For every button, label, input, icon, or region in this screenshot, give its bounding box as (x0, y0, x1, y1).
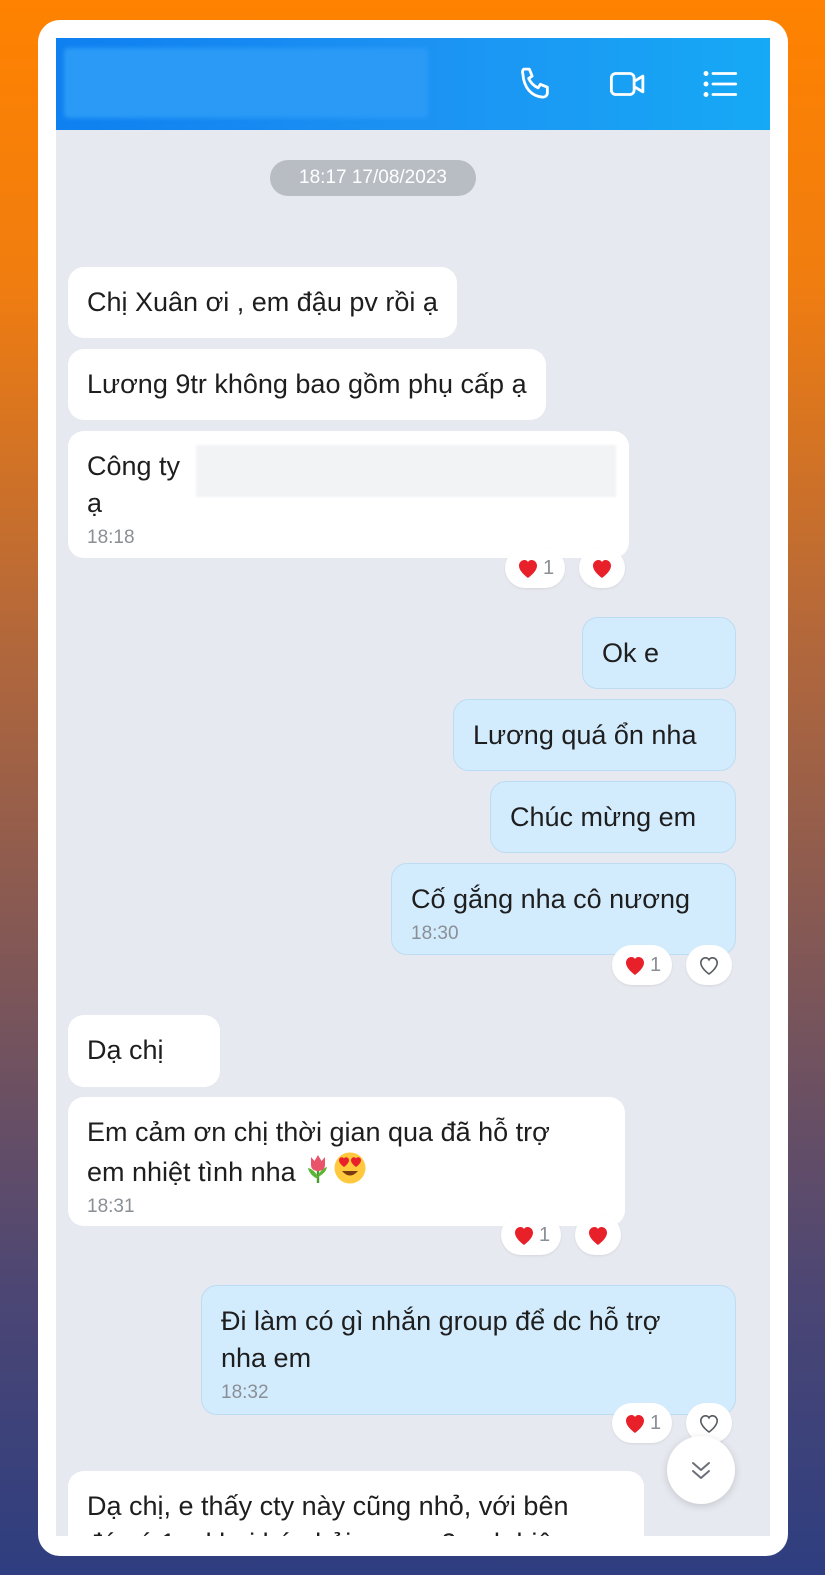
reaction-count-badge[interactable]: 1 (612, 945, 672, 985)
message-text-line: Em cảm ơn chị thời gian qua đã hỗ trợ (87, 1117, 550, 1147)
message-text-line: đó có 1 a khai báo hải quan , 2 anh hiện (87, 1525, 625, 1536)
heart-eyes-emoji-icon (334, 1152, 366, 1184)
heart-outline-icon (699, 1414, 719, 1433)
list-menu-icon[interactable] (696, 60, 744, 108)
message-bubble-incoming[interactable]: Lương 9tr không bao gồm phụ cấp ạ (68, 349, 546, 420)
message-text-line: nha em (221, 1343, 312, 1373)
redacted-company-name (196, 445, 616, 497)
message-bubble-incoming[interactable]: Chị Xuân ơi , em đậu pv rồi ạ (68, 267, 457, 338)
scroll-to-bottom-button[interactable] (667, 1436, 735, 1504)
tulip-icon (308, 1155, 328, 1183)
heart-icon (625, 957, 644, 975)
heart-icon (593, 560, 611, 578)
react-button[interactable] (575, 1215, 621, 1255)
reaction-count: 1 (649, 953, 662, 976)
contact-name-redacted (64, 48, 428, 118)
message-bubble-incoming[interactable]: Dạ chị (68, 1015, 220, 1087)
heart-icon (589, 1227, 607, 1245)
message-bubble-outgoing[interactable]: Đi làm có gì nhắn group để dc hỗ trợ nha… (201, 1285, 736, 1415)
reaction-count: 1 (649, 1411, 662, 1434)
message-bubble-outgoing[interactable]: Cố gắng nha cô nương 18:30 (391, 863, 736, 955)
message-text: Cố gắng nha cô nương (411, 884, 690, 914)
message-time: 18:18 (87, 527, 135, 548)
message-text: Chúc mừng em (510, 802, 697, 832)
message-text: Ok e (602, 638, 660, 668)
phone-icon[interactable] (512, 60, 560, 108)
message-text: Dạ chị (87, 1035, 164, 1065)
message-bubble-outgoing[interactable]: Chúc mừng em (490, 781, 736, 853)
message-text: Lương 9tr không bao gồm phụ cấp ạ (87, 369, 527, 399)
heart-icon (514, 1227, 533, 1245)
double-chevron-down-icon (692, 1462, 710, 1479)
message-text-line: Đi làm có gì nhắn group để dc hỗ trợ (221, 1306, 661, 1336)
message-time: 18:32 (221, 1382, 269, 1403)
reaction-count-badge[interactable]: 1 (501, 1215, 561, 1255)
message-text-line: em nhiệt tình nha (87, 1157, 296, 1187)
message-time: 18:30 (411, 923, 459, 944)
message-bubble-outgoing[interactable]: Lương quá ổn nha (453, 699, 736, 771)
heart-outline-icon (699, 956, 719, 975)
message-bubble-incoming[interactable]: Dạ chị, e thấy cty này cũng nhỏ, với bên… (68, 1471, 644, 1536)
reaction-count: 1 (538, 1223, 551, 1246)
message-bubble-incoming[interactable]: Công ty ạ 18:18 (68, 431, 629, 558)
reaction-count-badge[interactable]: 1 (505, 548, 565, 588)
reaction-count-badge[interactable]: 1 (612, 1403, 672, 1443)
message-list[interactable]: 18:17 17/08/2023 Chị Xuân ơi , em đậu pv… (56, 130, 770, 1536)
chat-header (56, 38, 770, 130)
video-call-icon[interactable] (604, 60, 652, 108)
reaction-count: 1 (542, 556, 555, 579)
message-bubble-outgoing[interactable]: Ok e (582, 617, 736, 689)
react-button[interactable] (579, 548, 625, 588)
date-separator: 18:17 17/08/2023 (270, 160, 476, 196)
heart-icon (625, 1415, 644, 1433)
message-text-line-with-emoji: em nhiệt tình nha (87, 1151, 606, 1191)
chat-screen: 18:17 17/08/2023 Chị Xuân ơi , em đậu pv… (56, 38, 770, 1536)
message-bubble-incoming[interactable]: Em cảm ơn chị thời gian qua đã hỗ trợ em… (68, 1097, 625, 1226)
react-button[interactable] (686, 945, 732, 985)
message-text-line: Dạ chị, e thấy cty này cũng nhỏ, với bên (87, 1491, 569, 1521)
heart-icon (518, 560, 537, 578)
message-text: Lương quá ổn nha (473, 720, 697, 750)
message-text: Chị Xuân ơi , em đậu pv rồi ạ (87, 287, 438, 317)
